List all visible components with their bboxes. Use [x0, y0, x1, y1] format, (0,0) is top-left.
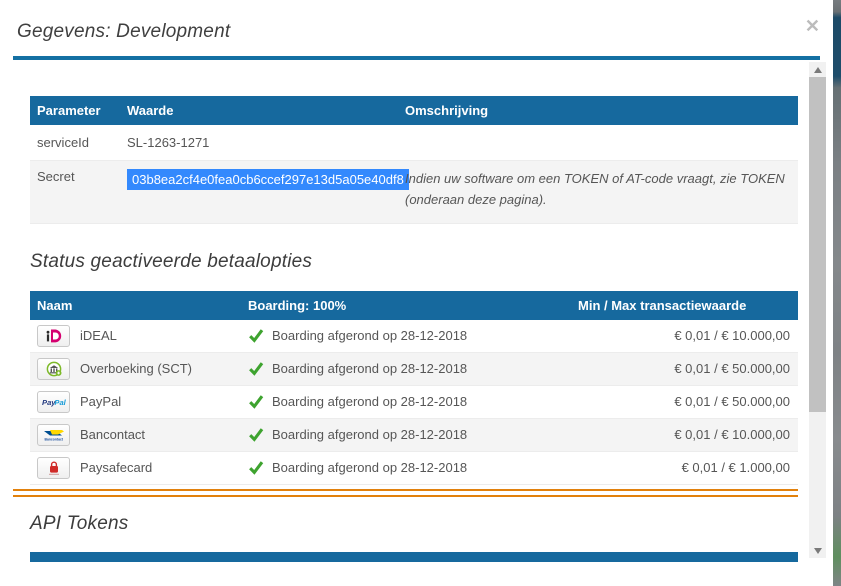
- check-icon: [248, 460, 264, 475]
- payment-method-name: iDEAL: [80, 328, 117, 343]
- section-heading-api-tokens: API Tokens: [30, 513, 798, 535]
- payment-row-overboeking: Overboeking (SCT) Boarding afgerond op 2…: [30, 353, 798, 386]
- orange-double-divider: [13, 489, 798, 497]
- modal-title: Gegevens: Development: [17, 21, 230, 43]
- col-waarde: Waarde: [120, 96, 398, 125]
- secret-value-selected[interactable]: 03b8ea2cf4e0fea0cb6ccef297e13d5a05e40df8: [127, 169, 409, 190]
- header-divider: [13, 56, 820, 60]
- payment-method-button[interactable]: [37, 358, 70, 380]
- check-icon: [248, 361, 264, 376]
- paysafecard-icon: [42, 460, 66, 476]
- table-row-serviceid: serviceId SL-1263-1271: [30, 125, 798, 161]
- scroll-down-button[interactable]: [809, 543, 826, 558]
- payment-method-name: Bancontact: [80, 427, 145, 442]
- payment-row-bancontact: Bancontact Bancontact Boarding afgerond …: [30, 419, 798, 452]
- payment-method-button[interactable]: [37, 457, 70, 479]
- col-minmax: Min / Max transactiewaarde: [571, 291, 798, 320]
- boarding-status: Boarding afgerond op 28-12-2018: [272, 460, 467, 475]
- boarding-status: Boarding afgerond op 28-12-2018: [272, 328, 467, 343]
- check-icon: [248, 394, 264, 409]
- payment-method-name: Paysafecard: [80, 460, 152, 475]
- svg-text:Pal: Pal: [54, 398, 66, 407]
- check-icon: [248, 328, 264, 343]
- scroll-up-button[interactable]: [809, 62, 826, 77]
- payment-row-ideal: iDEAL Boarding afgerond op 28-12-2018 € …: [30, 320, 798, 353]
- col-boarding: Boarding: 100%: [241, 291, 571, 320]
- minmax-value: € 0,01 / € 1.000,00: [571, 455, 798, 480]
- api-tokens-table-header-cutoff: [30, 552, 798, 562]
- minmax-value: € 0,01 / € 50.000,00: [571, 356, 798, 381]
- table-row-secret: Secret 03b8ea2cf4e0fea0cb6ccef297e13d5a0…: [30, 161, 798, 224]
- param-label: serviceId: [30, 125, 120, 160]
- minmax-value: € 0,01 / € 10.000,00: [571, 422, 798, 447]
- payment-method-name: PayPal: [80, 394, 121, 409]
- parameters-table-header: Parameter Waarde Omschrijving: [30, 96, 798, 125]
- col-naam: Naam: [30, 291, 241, 320]
- modal-scrollbar[interactable]: [809, 62, 826, 558]
- payment-method-button[interactable]: Bancontact: [37, 424, 70, 446]
- close-icon[interactable]: ✕: [805, 17, 820, 35]
- bancontact-icon: Bancontact: [42, 427, 66, 443]
- param-value: SL-1263-1271: [120, 125, 398, 160]
- col-omschrijving: Omschrijving: [398, 96, 798, 125]
- boarding-status: Boarding afgerond op 28-12-2018: [272, 394, 467, 409]
- param-description: [398, 125, 798, 160]
- scrollbar-track[interactable]: [809, 77, 826, 543]
- ideal-icon: [42, 328, 66, 344]
- param-label: Secret: [30, 161, 120, 223]
- parameters-table: Parameter Waarde Omschrijving serviceId …: [30, 96, 798, 224]
- payment-row-paysafecard: Paysafecard Boarding afgerond op 28-12-2…: [30, 452, 798, 485]
- overboeking-icon: [42, 361, 66, 377]
- modal-body: Parameter Waarde Omschrijving serviceId …: [30, 96, 798, 562]
- paypal-icon: Pay Pal: [41, 394, 67, 410]
- page-background-edge: [833, 0, 841, 586]
- payment-row-paypal: Pay Pal PayPal Boarding afgerond op 28-1…: [30, 386, 798, 419]
- payment-options-table: Naam Boarding: 100% Min / Max transactie…: [30, 291, 798, 485]
- boarding-status: Boarding afgerond op 28-12-2018: [272, 361, 467, 376]
- payment-table-header: Naam Boarding: 100% Min / Max transactie…: [30, 291, 798, 320]
- check-icon: [248, 427, 264, 442]
- param-description: Indien uw software om een TOKEN of AT-co…: [398, 161, 798, 223]
- scroll-up-icon: [814, 67, 822, 73]
- boarding-status: Boarding afgerond op 28-12-2018: [272, 427, 467, 442]
- scroll-down-icon: [814, 548, 822, 554]
- payment-method-button[interactable]: Pay Pal: [37, 391, 70, 413]
- section-heading-betaalopties: Status geactiveerde betaalopties: [30, 251, 798, 273]
- payment-method-button[interactable]: [37, 325, 70, 347]
- col-parameter: Parameter: [30, 96, 120, 125]
- minmax-value: € 0,01 / € 10.000,00: [571, 323, 798, 348]
- minmax-value: € 0,01 / € 50.000,00: [571, 389, 798, 414]
- scrollbar-thumb[interactable]: [809, 77, 826, 412]
- payment-method-name: Overboeking (SCT): [80, 361, 192, 376]
- svg-text:Bancontact: Bancontact: [44, 437, 63, 441]
